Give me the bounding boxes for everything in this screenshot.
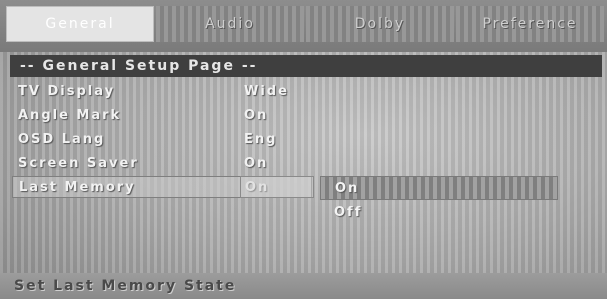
selected-value-box <box>240 176 314 198</box>
option-on[interactable]: On <box>320 176 558 200</box>
setup-screen: General Audio Dolby Preference -- Genera… <box>0 0 607 299</box>
setting-label: TV Display <box>18 83 116 99</box>
option-list: On Off <box>320 176 558 224</box>
setting-label: Angle Mark <box>18 107 122 123</box>
setting-value: Wide <box>244 83 289 99</box>
setting-row-screen-saver[interactable]: Screen Saver On <box>16 152 306 174</box>
page-title: -- General Setup Page -- <box>10 55 602 77</box>
option-off[interactable]: Off <box>320 200 558 224</box>
setting-row-tv-display[interactable]: TV Display Wide <box>16 80 306 102</box>
tab-dolby[interactable]: Dolby <box>306 6 454 42</box>
setting-row-angle-mark[interactable]: Angle Mark On <box>16 104 306 126</box>
setting-value: On <box>244 155 269 171</box>
tab-preference[interactable]: Preference <box>456 6 604 42</box>
setting-value: On <box>244 107 269 123</box>
setting-label: Last Memory <box>19 179 136 195</box>
tab-bar: General Audio Dolby Preference <box>6 6 604 42</box>
setting-row-osd-lang[interactable]: OSD Lang Eng <box>16 128 306 150</box>
status-bar: Set Last Memory State <box>0 273 607 299</box>
setting-value: Eng <box>244 131 278 147</box>
tab-audio[interactable]: Audio <box>156 6 304 42</box>
setting-label: OSD Lang <box>18 131 106 147</box>
tab-general[interactable]: General <box>6 6 154 42</box>
setting-label: Screen Saver <box>18 155 139 171</box>
